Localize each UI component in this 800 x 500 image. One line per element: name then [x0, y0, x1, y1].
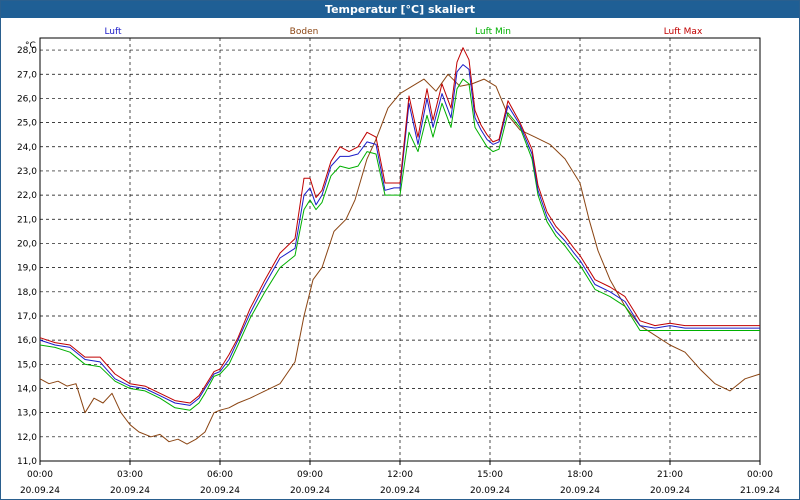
x-tick-date: 20.09.24 — [470, 486, 510, 496]
legend-luft: Luft — [104, 27, 122, 37]
x-tick-time: 21:00 — [657, 470, 683, 480]
y-tick-label: 22,0 — [17, 191, 37, 201]
y-tick-label: 27,0 — [17, 70, 37, 80]
y-tick-label: 17,0 — [17, 312, 37, 322]
x-tick-time: 06:00 — [207, 470, 233, 480]
x-tick-date: 20.09.24 — [110, 486, 150, 496]
y-tick-label: 15,0 — [17, 360, 37, 370]
x-tick-date: 20.09.24 — [20, 486, 60, 496]
x-tick-date: 20.09.24 — [650, 486, 690, 496]
legend-luft-max: Luft Max — [664, 27, 703, 37]
y-tick-label: 14,0 — [17, 384, 37, 394]
x-tick-date: 20.09.24 — [290, 486, 330, 496]
temperature-chart: 11,0 12,0 13,0 14,0 15,0 16,0 17,0 18,0 19,0 20,0… — [17, 27, 780, 496]
y-tick-label: 18,0 — [17, 288, 37, 298]
x-tick-date: 20.09.24 — [560, 486, 600, 496]
legend-boden: Boden — [290, 27, 319, 37]
x-tick-date: 20.09.24 — [380, 486, 420, 496]
x-tick-date: 20.09.24 — [200, 486, 240, 496]
y-tick-label: 20,0 — [17, 239, 37, 249]
y-tick-label: 13,0 — [17, 409, 37, 419]
y-tick-label: 26,0 — [17, 94, 37, 104]
x-tick-time: 12:00 — [387, 470, 413, 480]
x-tick-time: 15:00 — [477, 470, 503, 480]
y-tick-label: 23,0 — [17, 167, 37, 177]
x-tick-time: 18:00 — [567, 470, 593, 480]
y-tick-label: 12,0 — [17, 433, 37, 443]
chart-window: Temperatur [°C] skaliert 11,0 12,0 13,0 14,… — [0, 0, 800, 500]
x-tick-time: 09:00 — [297, 470, 323, 480]
y-tick-label: 21,0 — [17, 215, 37, 225]
y-tick-label: 24,0 — [17, 143, 37, 153]
x-tick-time: 00:00 — [27, 470, 53, 480]
y-tick-label: 16,0 — [17, 336, 37, 346]
y-tick-label: 19,0 — [17, 264, 37, 274]
y-unit-label: °C — [25, 41, 36, 51]
legend-luft-min: Luft Min — [475, 27, 511, 37]
y-tick-label: 11,0 — [17, 457, 37, 467]
x-tick-time: 00:00 — [747, 470, 773, 480]
x-tick-date: 21.09.24 — [740, 486, 780, 496]
x-tick-time: 03:00 — [117, 470, 143, 480]
y-tick-label: 25,0 — [17, 119, 37, 129]
